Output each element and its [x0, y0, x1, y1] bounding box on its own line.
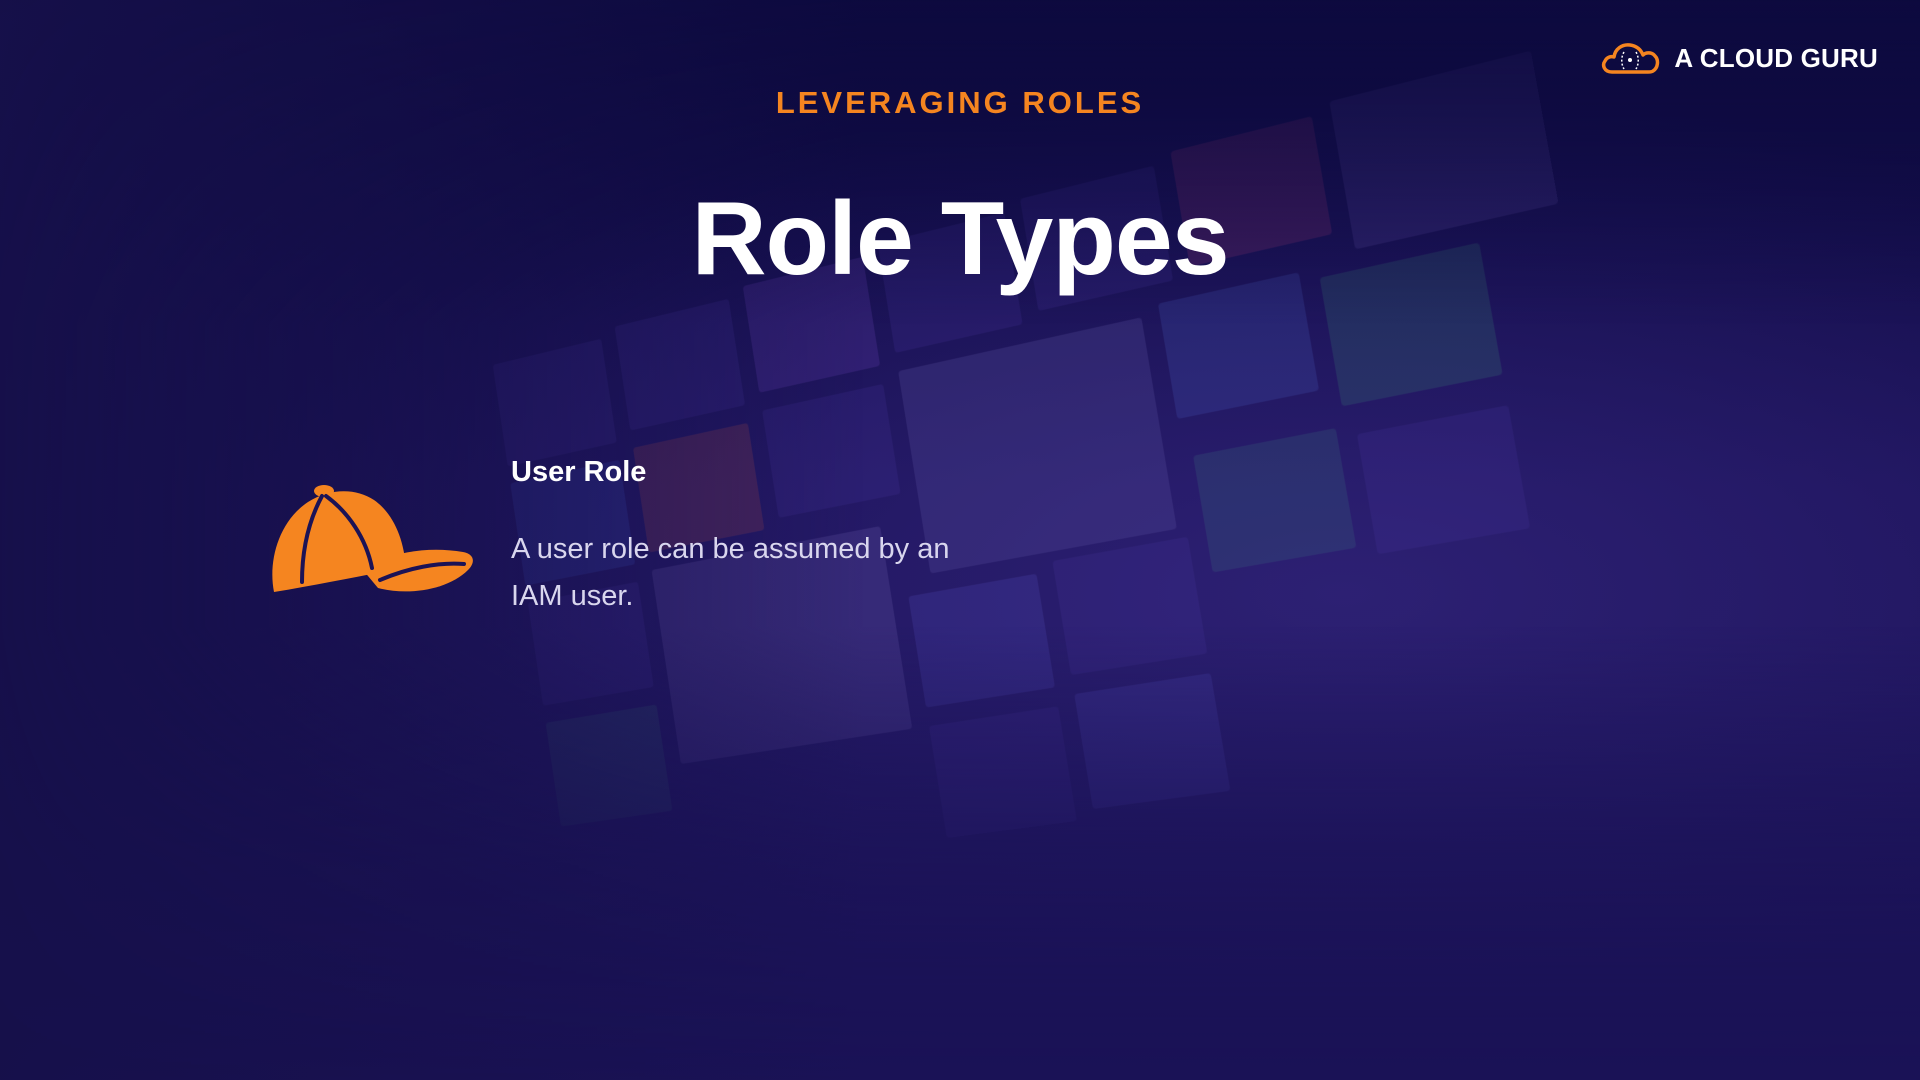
cap-icon [268, 482, 476, 603]
slide-title: Role Types [691, 181, 1229, 297]
role-description: A user role can be assumed by an IAM use… [511, 533, 950, 612]
role-heading: User Role [511, 456, 647, 488]
cloud-logo-icon [1600, 38, 1662, 78]
section-kicker: LEVERAGING ROLES [775, 85, 1145, 120]
brand-header: A CLOUD GURU [1600, 38, 1878, 78]
brand-name: A CLOUD GURU [1674, 42, 1878, 73]
